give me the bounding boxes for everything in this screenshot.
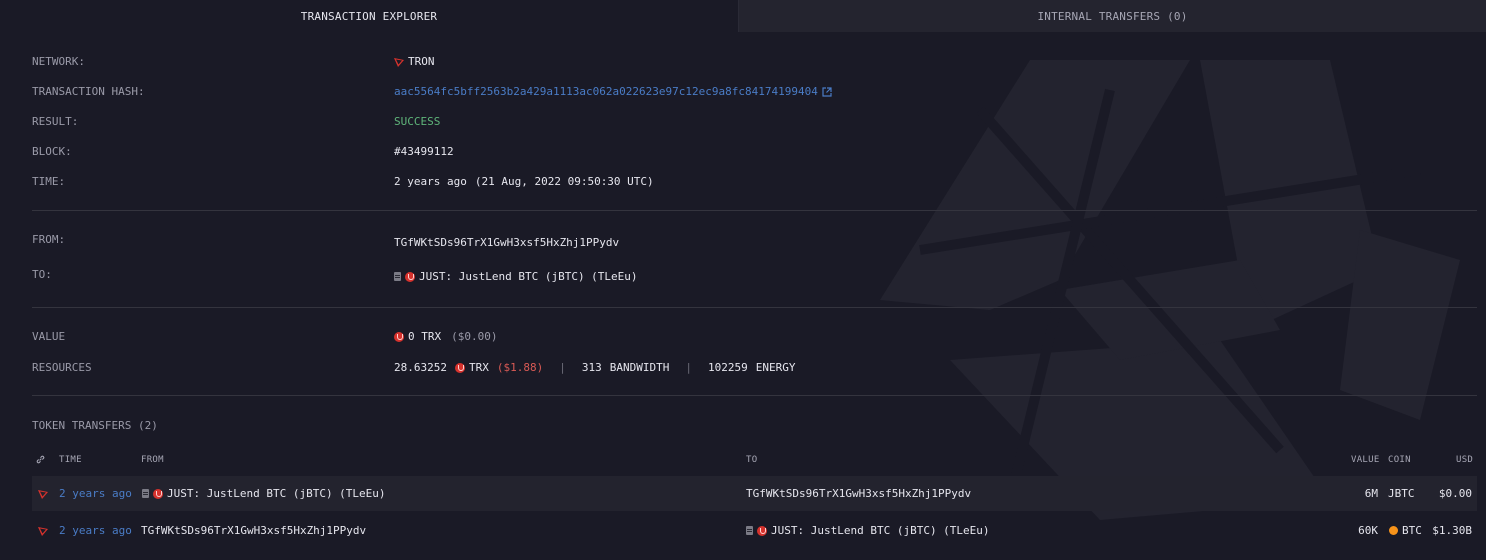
resource-bandwidth-unit: BANDWIDTH <box>609 361 670 374</box>
resource-energy-amount: 102259 <box>707 361 748 374</box>
row-coin[interactable]: JBTC <box>1388 476 1415 511</box>
tab-bar: TRANSACTION EXPLORER INTERNAL TRANSFERS … <box>0 0 1486 32</box>
row-to[interactable]: JUST: JustLend BTC (jBTC) (TLeEu) <box>746 513 990 548</box>
network-label: NETWORK: <box>32 55 85 68</box>
resource-separator: | <box>559 361 566 374</box>
row-to-label[interactable]: JUST: JustLend BTC (jBTC) (TLeEu) <box>771 524 990 537</box>
contract-icon <box>746 526 753 535</box>
result-label: RESULT: <box>32 115 79 128</box>
resources-label: RESOURCES <box>32 361 92 374</box>
row-value: 6M <box>1364 487 1378 500</box>
transaction-hash-value[interactable]: aac5564fc5bff2563b2a429a1113ac062a022623… <box>394 85 832 98</box>
time-absolute: (21 Aug, 2022 09:50:30 UTC) <box>474 175 654 188</box>
column-header-usd[interactable]: USD <box>1456 455 1473 465</box>
tron-icon <box>38 489 48 499</box>
time-value: 2 years ago (21 Aug, 2022 09:50:30 UTC) <box>394 175 654 188</box>
external-link-icon[interactable] <box>822 86 832 97</box>
resource-separator: | <box>685 361 692 374</box>
transaction-hash-label: TRANSACTION HASH: <box>32 85 145 98</box>
row-from[interactable]: TGfWKtSDs96TrX1GwH3xsf5HxZhj1PPydv <box>141 513 366 548</box>
trx-coin-icon <box>394 331 404 342</box>
value-usd: ($0.00) <box>451 330 498 343</box>
contract-icon <box>394 272 401 281</box>
tron-icon <box>38 526 48 536</box>
table-row[interactable]: 2 years ago JUST: JustLend BTC (jBTC) (T… <box>32 476 1477 511</box>
column-header-time[interactable]: TIME <box>59 455 82 465</box>
row-usd: $1.30B <box>1432 524 1472 537</box>
just-token-icon <box>405 271 415 282</box>
table-row[interactable]: 2 years ago TGfWKtSDs96TrX1GwH3xsf5HxZhj… <box>32 513 1477 548</box>
resource-trx-unit: TRX <box>468 361 489 374</box>
to-address-label[interactable]: JUST: JustLend BTC (jBTC) (TLeEu) <box>419 270 638 283</box>
from-address[interactable]: TGfWKtSDs96TrX1GwH3xsf5HxZhj1PPydv <box>394 236 619 249</box>
to-label: TO: <box>32 268 52 281</box>
result-value: SUCCESS <box>394 115 441 128</box>
row-coin-label[interactable]: BTC <box>1402 524 1422 537</box>
row-to[interactable]: TGfWKtSDs96TrX1GwH3xsf5HxZhj1PPydv <box>746 476 971 511</box>
link-icon <box>36 455 45 464</box>
from-label: FROM: <box>32 233 66 246</box>
btc-coin-icon <box>1389 526 1398 535</box>
section-divider <box>32 307 1477 308</box>
row-value: 60K <box>1358 524 1378 537</box>
time-label: TIME: <box>32 175 66 188</box>
resource-trx-usd: ($1.88) <box>496 361 544 374</box>
tron-icon <box>394 57 404 67</box>
network-value: TRON <box>394 55 435 68</box>
column-header-coin[interactable]: COIN <box>1388 455 1411 465</box>
time-relative: 2 years ago <box>394 175 467 188</box>
column-header-to[interactable]: TO <box>746 455 757 465</box>
to-address[interactable]: JUST: JustLend BTC (jBTC) (TLeEu) <box>394 270 638 283</box>
value-label: VALUE <box>32 330 66 343</box>
trx-coin-icon <box>454 362 465 373</box>
row-from-label[interactable]: JUST: JustLend BTC (jBTC) (TLeEu) <box>167 487 386 500</box>
row-time[interactable]: 2 years ago <box>59 476 132 511</box>
row-usd: $0.00 <box>1438 487 1472 500</box>
network-name: TRON <box>408 55 435 68</box>
transaction-hash-link[interactable]: aac5564fc5bff2563b2a429a1113ac062a022623… <box>394 85 818 98</box>
section-divider <box>32 395 1477 396</box>
contract-icon <box>142 489 149 498</box>
resource-trx-amount: 28.63252 <box>394 361 447 374</box>
just-token-icon <box>757 525 767 536</box>
resource-energy-unit: ENERGY <box>755 361 796 374</box>
value-amount: 0 TRX <box>408 330 442 343</box>
value-value: 0 TRX ($0.00) <box>394 330 497 343</box>
column-header-value[interactable]: VALUE <box>1351 455 1380 465</box>
row-time[interactable]: 2 years ago <box>59 513 132 548</box>
token-transfers-title: TOKEN TRANSFERS (2) <box>32 419 158 432</box>
resources-value: 28.63252 TRX ($1.88) | 313 BANDWIDTH | 1… <box>394 361 795 374</box>
row-from[interactable]: JUST: JustLend BTC (jBTC) (TLeEu) <box>142 476 386 511</box>
block-value[interactable]: #43499112 <box>394 145 454 158</box>
tab-transaction-explorer[interactable]: TRANSACTION EXPLORER <box>0 0 738 32</box>
row-coin[interactable]: BTC <box>1389 513 1422 548</box>
section-divider <box>32 210 1477 211</box>
resource-bandwidth-amount: 313 <box>581 361 602 374</box>
column-header-from[interactable]: FROM <box>141 455 164 465</box>
tab-internal-transfers[interactable]: INTERNAL TRANSFERS (0) <box>738 0 1486 32</box>
block-label: BLOCK: <box>32 145 72 158</box>
just-token-icon <box>153 488 163 499</box>
